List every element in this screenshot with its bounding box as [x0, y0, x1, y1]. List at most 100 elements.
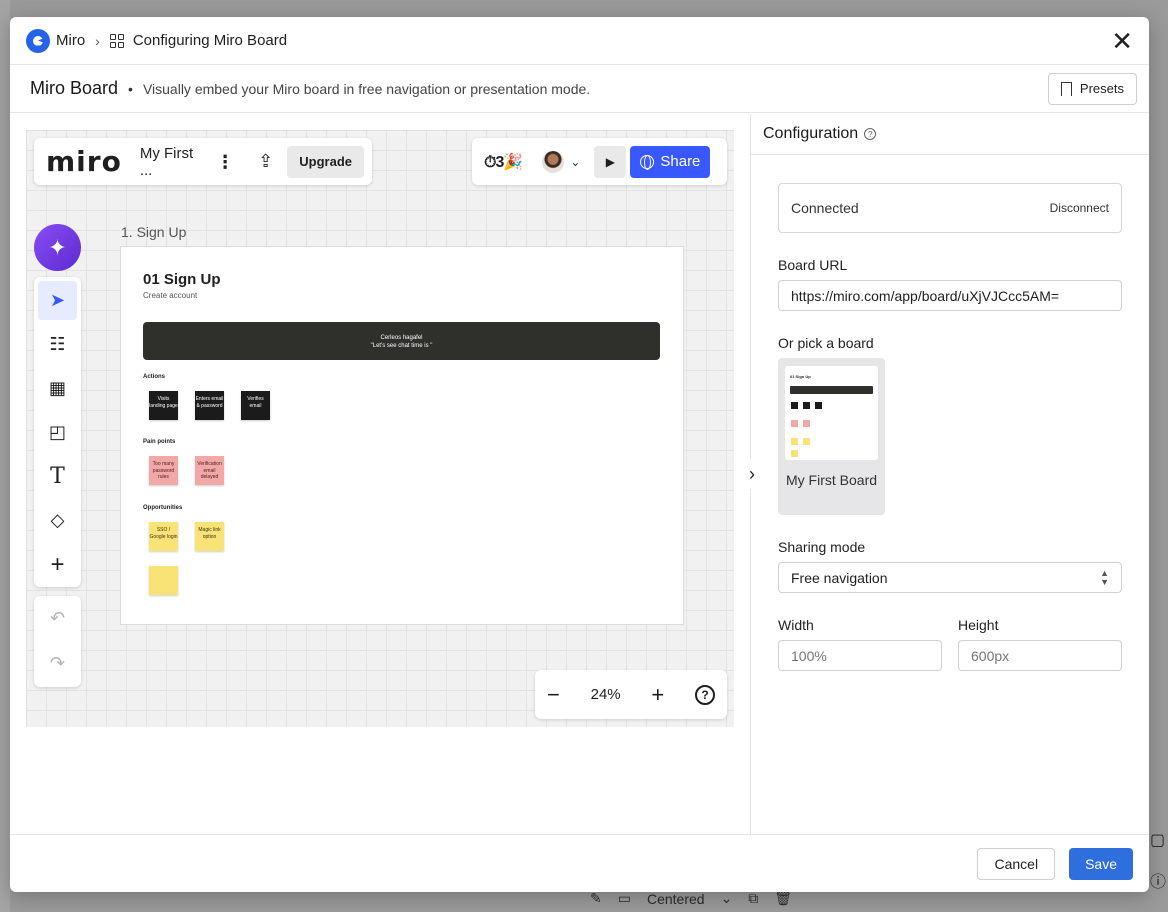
- sharing-mode-label: Sharing mode: [778, 539, 866, 555]
- alignment-dropdown[interactable]: Centered: [647, 891, 705, 907]
- preview-pane: miro My First ... ⋮ ⇪ Upgrade ⏱3🎉 ⌄ ▶ Sh…: [10, 114, 750, 834]
- frame-label[interactable]: 1. Sign Up: [121, 224, 186, 240]
- select-cursor-icon[interactable]: ➤: [38, 281, 77, 320]
- save-button[interactable]: Save: [1069, 847, 1133, 880]
- block-grid-icon: [109, 33, 124, 48]
- redo-icon[interactable]: ↷: [34, 641, 81, 686]
- undo-redo-toolbar: ↶ ↷: [34, 596, 81, 687]
- width-input[interactable]: [778, 640, 942, 671]
- avatar[interactable]: [542, 150, 565, 173]
- chevron-right-icon: ›: [95, 32, 100, 49]
- shapes-icon[interactable]: ◇: [38, 501, 77, 540]
- board-frame[interactable]: 01 Sign Up Create account Cerleos hagafe…: [121, 247, 683, 624]
- breadcrumb-app[interactable]: Miro: [56, 32, 85, 49]
- miro-collab-toolbar: ⏱3🎉 ⌄ ▶ Share: [472, 138, 727, 185]
- comment-icon[interactable]: ▢: [1150, 830, 1168, 850]
- add-icon[interactable]: +: [38, 545, 77, 584]
- connection-status: Connected Disconnect: [778, 183, 1122, 233]
- sticky-note[interactable]: Verification email delayed: [195, 456, 224, 485]
- sticky-note-icon[interactable]: ◰: [38, 413, 77, 452]
- height-input[interactable]: [958, 640, 1122, 671]
- banner-line-2: "Let's see chat time is ": [370, 343, 433, 350]
- sticky-note[interactable]: Magic link option: [195, 522, 224, 551]
- height-label: Height: [958, 617, 999, 633]
- pick-board-label: Or pick a board: [778, 335, 874, 351]
- ai-sparkle-icon[interactable]: ✦: [34, 224, 81, 271]
- undo-icon[interactable]: ↶: [34, 596, 81, 641]
- miro-board-name[interactable]: My First ...: [140, 145, 194, 179]
- block-description: Visually embed your Miro board in free n…: [142, 80, 591, 97]
- zoom-in-icon[interactable]: +: [651, 682, 664, 708]
- share-label: Share: [660, 153, 701, 170]
- board-option-name: My First Board: [786, 472, 878, 488]
- sticky-note[interactable]: Verifies email: [241, 391, 270, 420]
- background-right-icons: ▢ ⓘ: [1150, 830, 1168, 910]
- sticky-note[interactable]: Enters email & password: [195, 391, 224, 420]
- zoom-out-icon[interactable]: −: [547, 682, 560, 708]
- sticky-note[interactable]: Too many password rules: [149, 456, 178, 485]
- chevron-down-icon[interactable]: ⌄: [570, 155, 580, 169]
- upgrade-button[interactable]: Upgrade: [287, 145, 364, 178]
- sharing-mode-value: Free navigation: [791, 569, 888, 586]
- more-vertical-icon[interactable]: ⋮: [216, 153, 234, 171]
- section-label: Pain points: [143, 439, 176, 445]
- breadcrumb-current: Configuring Miro Board: [132, 32, 288, 49]
- height-field: Height: [958, 593, 1122, 671]
- trash-icon[interactable]: 🗑: [774, 890, 792, 907]
- info-icon[interactable]: ⓘ: [1150, 868, 1168, 892]
- connected-label: Connected: [791, 200, 859, 216]
- upload-icon[interactable]: ⇪: [258, 151, 273, 172]
- modal-header: Miro › Configuring Miro Board ✕: [10, 17, 1149, 65]
- help-icon[interactable]: ?: [864, 128, 877, 140]
- block-title: Miro Board: [30, 78, 119, 98]
- cancel-button[interactable]: Cancel: [977, 847, 1056, 880]
- background-block-toolbar: ✎ ▭ Centered ⌄ ⧉ 🗑: [590, 890, 792, 907]
- dimensions-row: Width Height: [778, 593, 1122, 671]
- presets-label: Presets: [1079, 81, 1124, 96]
- modal-body: miro My First ... ⋮ ⇪ Upgrade ⏱3🎉 ⌄ ▶ Sh…: [10, 114, 1149, 834]
- configuration-body: Connected Disconnect Board URL Or pick a…: [751, 155, 1149, 671]
- close-icon[interactable]: ✕: [1111, 28, 1133, 54]
- help-icon[interactable]: ?: [695, 684, 715, 705]
- zoom-toolbar: − 24% + ?: [535, 670, 727, 719]
- sticky-note[interactable]: SSO / Google login: [149, 522, 178, 551]
- miro-board-canvas[interactable]: miro My First ... ⋮ ⇪ Upgrade ⏱3🎉 ⌄ ▶ Sh…: [26, 130, 734, 727]
- edit-icon[interactable]: ✎: [590, 890, 602, 907]
- frame-layout-icon[interactable]: ▦: [38, 369, 77, 408]
- duplicate-icon[interactable]: ⧉: [748, 890, 758, 907]
- frame-title: 01 Sign Up: [143, 271, 221, 288]
- width-label: Width: [778, 617, 814, 633]
- board-option-card[interactable]: 01 Sign Up My First Board: [778, 358, 885, 515]
- separator-dot: •: [128, 80, 133, 97]
- disconnect-button[interactable]: Disconnect: [1050, 201, 1109, 215]
- zoom-level[interactable]: 24%: [591, 686, 621, 703]
- miro-logo[interactable]: miro: [46, 145, 122, 178]
- play-icon[interactable]: ▶: [594, 145, 627, 178]
- board-url-label: Board URL: [778, 257, 848, 273]
- app-logo-icon: [26, 28, 50, 53]
- frame-subtitle: Create account: [143, 291, 198, 300]
- sticky-note[interactable]: [149, 566, 178, 595]
- presets-button[interactable]: Presets: [1047, 72, 1137, 105]
- sticky-note[interactable]: Visits landing page: [149, 391, 178, 420]
- templates-icon[interactable]: ☷: [38, 325, 77, 364]
- frame-banner: Cerleos hagafel "Let's see chat time is …: [143, 322, 660, 360]
- configuration-pane: Configuration ? Connected Disconnect Boa…: [751, 114, 1149, 834]
- reactions-icon[interactable]: ⏱3🎉: [484, 152, 523, 172]
- board-url-input[interactable]: [778, 280, 1122, 311]
- configuration-header: Configuration ?: [751, 114, 1149, 155]
- configuration-title: Configuration: [763, 125, 859, 142]
- select-arrows-icon: ▲ ▼: [1100, 568, 1109, 587]
- bookmark-icon: [1060, 81, 1072, 101]
- chevron-down-icon[interactable]: ⌄: [721, 890, 733, 907]
- share-button[interactable]: Share: [630, 145, 711, 178]
- text-icon[interactable]: T: [38, 457, 77, 496]
- align-icon[interactable]: ▭: [618, 890, 631, 907]
- background-sidebar: [0, 0, 10, 912]
- section-label: Opportunities: [143, 505, 183, 511]
- miro-top-toolbar: miro My First ... ⋮ ⇪ Upgrade: [34, 138, 372, 185]
- thumbnail-title: 01 Sign Up: [790, 374, 811, 379]
- banner-line-1: Cerleos hagafel: [380, 335, 423, 341]
- sharing-mode-select[interactable]: Free navigation ▲ ▼: [778, 562, 1122, 593]
- globe-icon: [640, 154, 655, 170]
